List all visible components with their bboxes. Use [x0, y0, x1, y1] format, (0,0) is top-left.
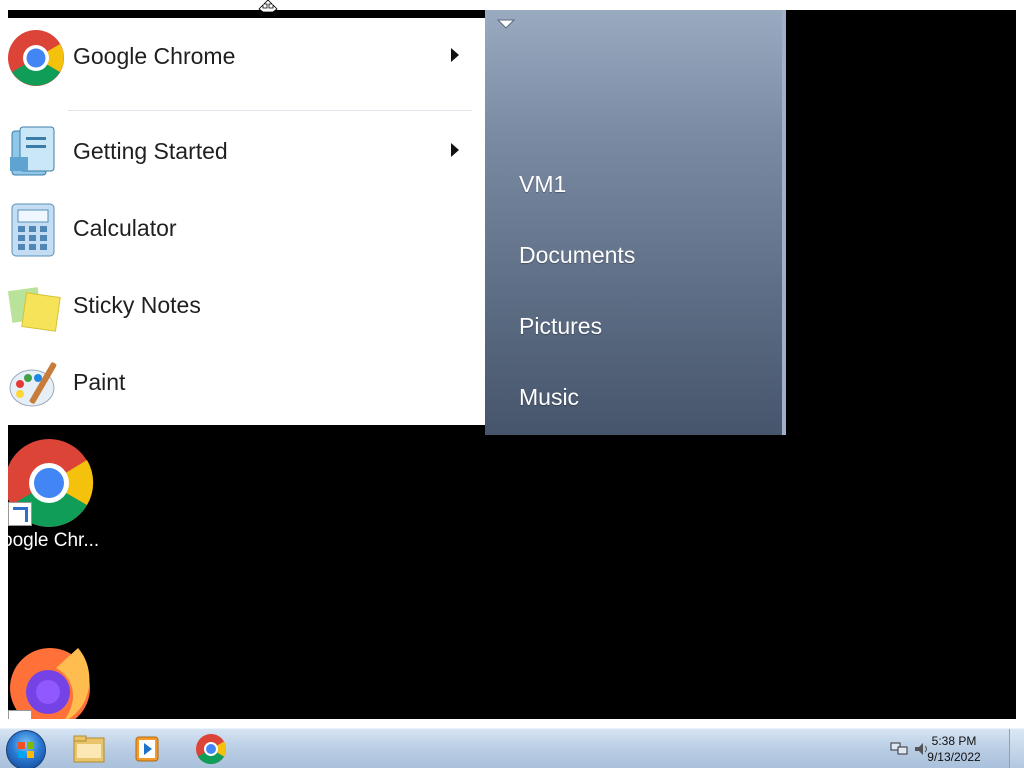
start-menu-places-pane: [485, 10, 786, 435]
desktop-icon-firefox[interactable]: [8, 638, 128, 719]
sticky-notes-icon: [7, 287, 61, 332]
menu-item-label: Google Chrome: [73, 43, 236, 69]
desktop-icon-chrome[interactable]: oogle Chr...: [8, 438, 128, 558]
start-button[interactable]: [6, 730, 46, 768]
chevron-down-icon[interactable]: [495, 16, 517, 32]
taskbar-media-player-button[interactable]: [120, 732, 174, 766]
move-cursor-icon: [258, 0, 278, 12]
taskbar: 5:38 PM 9/13/2022: [0, 728, 1024, 768]
place-link-music[interactable]: Music: [519, 384, 579, 411]
shortcut-arrow-icon: [8, 710, 32, 719]
start-menu: Google Chrome Getting Started Calculator…: [7, 10, 786, 435]
menu-item-label: Calculator: [73, 215, 177, 241]
getting-started-icon: [10, 126, 55, 176]
chrome-icon: [196, 734, 227, 765]
show-desktop-button[interactable]: [1009, 729, 1024, 768]
shortcut-arrow-icon: [8, 502, 32, 526]
calculator-icon: [11, 203, 55, 257]
screen: oogle Chr... Google Chrome Getting Start…: [0, 0, 1024, 768]
paint-icon: [9, 362, 57, 407]
system-clock[interactable]: 5:38 PM 9/13/2022: [914, 733, 994, 765]
menu-item-label: Sticky Notes: [73, 292, 201, 318]
menu-item-label: Paint: [73, 369, 126, 395]
network-icon[interactable]: [890, 741, 908, 757]
start-menu-programs-pane: Google Chrome Getting Started Calculator…: [7, 18, 485, 425]
place-link-pictures[interactable]: Pictures: [519, 313, 602, 340]
menu-item-calculator[interactable]: Calculator: [8, 192, 485, 264]
place-link-documents[interactable]: Documents: [519, 242, 635, 269]
clock-time: 5:38 PM: [931, 734, 977, 748]
taskbar-explorer-button[interactable]: [62, 732, 116, 766]
start-menu-edge: [782, 10, 786, 435]
menu-item-paint[interactable]: Paint: [8, 346, 485, 418]
windows-logo-icon: [18, 742, 34, 758]
menu-item-google-chrome[interactable]: Google Chrome: [8, 20, 485, 92]
menu-item-sticky-notes[interactable]: Sticky Notes: [7, 269, 485, 341]
submenu-arrow-icon: [451, 48, 459, 62]
menu-item-getting-started[interactable]: Getting Started: [8, 115, 485, 187]
place-link-vm1[interactable]: VM1: [519, 171, 566, 198]
media-player-icon: [135, 736, 159, 762]
folder-icon: [73, 735, 105, 763]
clock-date: 9/13/2022: [927, 750, 981, 764]
submenu-arrow-icon: [451, 143, 459, 157]
menu-separator: [68, 110, 472, 111]
firefox-icon: [10, 648, 90, 719]
taskbar-chrome-button[interactable]: [184, 732, 238, 766]
menu-item-label: Getting Started: [73, 138, 228, 164]
chrome-icon: [8, 30, 64, 86]
desktop-icon-label: oogle Chr...: [8, 530, 100, 551]
